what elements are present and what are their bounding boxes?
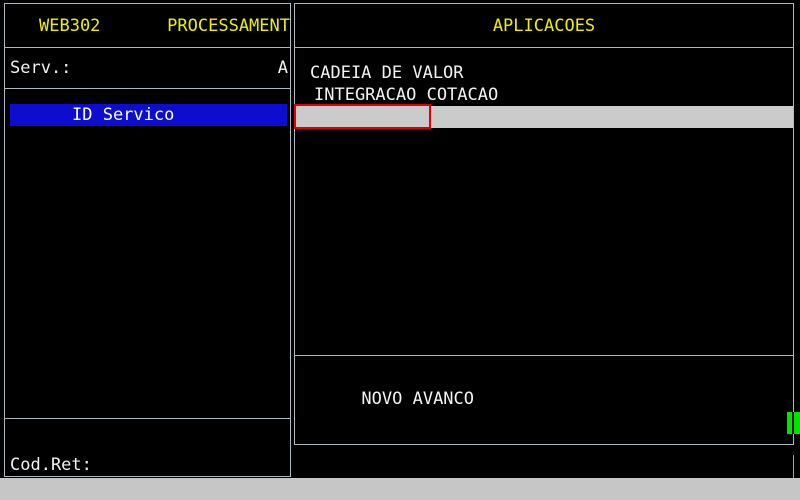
left-panel-titlebar: WEB302 PROCESSAMENT — [5, 4, 290, 48]
list-item-cadeia-de-valor[interactable]: CADEIA DE VALOR — [295, 62, 793, 84]
footer-row-1: Cod.Ret: Descr.: — [5, 432, 290, 454]
record-detail-footer: Cod.Ret: Descr.: Dt.Atu.: Hr.Atu: — [5, 418, 290, 476]
status-bar: BRW532 Page Up - Anterior Page Down - Pr… — [0, 478, 800, 500]
id-servico-column-header: ID Servico — [10, 104, 287, 126]
application-detail-box: NOVO AVANCO — [295, 355, 793, 444]
applications-panel: APLICACOES CADEIA DE VALOR INTEGRACAO CO… — [294, 3, 794, 445]
terminal-screen: WEB302 PROCESSAMENT Serv.: A ID Servico … — [0, 0, 800, 500]
scrollbar-thumb-divider — [792, 412, 794, 434]
application-detail-text: NOVO AVANCO — [361, 389, 474, 409]
program-code-label: WEB302 — [5, 16, 100, 36]
service-filter-row: Serv.: A — [5, 48, 290, 89]
processing-panel: WEB302 PROCESSAMENT Serv.: A ID Servico … — [4, 3, 291, 477]
footer-row-2: Dt.Atu.: Hr.Atu: — [5, 454, 290, 476]
scrollbar-thumb[interactable] — [787, 412, 800, 434]
service-field-value[interactable]: A — [278, 58, 288, 78]
applications-title: APLICACOES — [493, 16, 595, 36]
list-item-novo-avanco-selected[interactable]: ûNOVO AVANCO — [295, 106, 793, 128]
applications-list: CADEIA DE VALOR INTEGRACAO COTACAO ûNOVO… — [295, 62, 793, 128]
service-field-label: Serv.: — [10, 58, 71, 78]
selection-highlight-red-box — [294, 104, 431, 129]
border-artifact-line — [793, 455, 794, 478]
list-item-integracao-cotacao[interactable]: INTEGRACAO COTACAO — [295, 84, 793, 106]
left-panel-title: PROCESSAMENT — [167, 16, 290, 36]
selected-item-label: ûNOVO AVANCO — [381, 129, 504, 149]
applications-titlebar: APLICACOES — [295, 4, 793, 48]
service-browse-area: ID Servico — [5, 89, 290, 418]
